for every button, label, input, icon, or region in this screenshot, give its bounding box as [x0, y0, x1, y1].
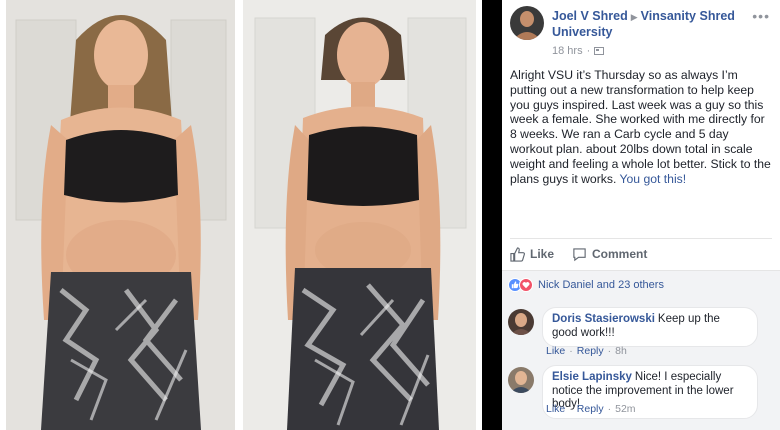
like-label: Like [530, 247, 555, 261]
post-panel: Joel V Shred ▶ Vinsanity Shred University … [502, 0, 780, 430]
commenter-avatar[interactable] [508, 367, 534, 393]
comment-time[interactable]: 52m [615, 403, 635, 415]
post-header: Joel V Shred ▶ Vinsanity Shred University … [510, 6, 772, 57]
thumbs-up-icon [510, 246, 525, 262]
audience-icon [594, 47, 605, 55]
more-options-icon[interactable]: ••• [752, 8, 770, 24]
comment-actions: Like · Reply · 52m [546, 403, 636, 415]
transformation-photos[interactable] [0, 0, 482, 430]
love-reaction-icon [519, 278, 533, 292]
commenter-name[interactable]: Elsie Lapinsky [552, 371, 632, 383]
commenter-avatar[interactable] [508, 309, 534, 335]
comment-bubble: Doris Stasierowski Keep up the good work!… [542, 307, 758, 347]
comment-button[interactable]: Comment [572, 247, 647, 262]
comment-time[interactable]: 8h [615, 345, 627, 357]
before-photo[interactable] [6, 0, 235, 430]
dot-separator: · [607, 403, 612, 415]
like-button[interactable]: Like [510, 246, 555, 262]
commenter-name[interactable]: Doris Stasierowski [552, 313, 655, 325]
photo-divider [482, 0, 502, 430]
author-avatar[interactable] [510, 6, 544, 40]
post-body: Alright VSU it’s Thursday so as always I… [510, 68, 772, 186]
feedback-section: Nick Daniel and 23 others Doris Stasiero… [502, 270, 780, 430]
dot-separator: · [569, 345, 573, 357]
post-actions: Like Comment [510, 244, 647, 264]
post-time[interactable]: 18 hrs [552, 45, 583, 57]
post-meta: 18 hrs · [552, 45, 605, 57]
after-photo[interactable] [243, 0, 476, 430]
comment-like-link[interactable]: Like [546, 403, 565, 415]
comment-reply-link[interactable]: Reply [577, 345, 604, 357]
comment-like-link[interactable]: Like [546, 345, 565, 357]
dot-separator: · [586, 45, 591, 57]
comment-icon [573, 247, 586, 261]
comment-actions: Like · Reply · 8h [546, 345, 627, 357]
dot-separator: · [607, 345, 612, 357]
comment-reply-link[interactable]: Reply [577, 403, 604, 415]
reactions-summary[interactable]: Nick Daniel and 23 others [508, 278, 664, 292]
author-line: Joel V Shred ▶ Vinsanity Shred University [552, 9, 757, 40]
reactions-label: Nick Daniel and 23 others [538, 279, 664, 291]
actions-divider [510, 238, 772, 239]
arrow-right-icon: ▶ [630, 12, 638, 22]
dot-separator: · [569, 403, 573, 415]
author-name[interactable]: Joel V Shred [552, 9, 628, 23]
post-text: Alright VSU it’s Thursday so as always I… [510, 68, 771, 186]
comment-label: Comment [592, 247, 648, 261]
post-text-link[interactable]: You got this! [620, 172, 687, 186]
